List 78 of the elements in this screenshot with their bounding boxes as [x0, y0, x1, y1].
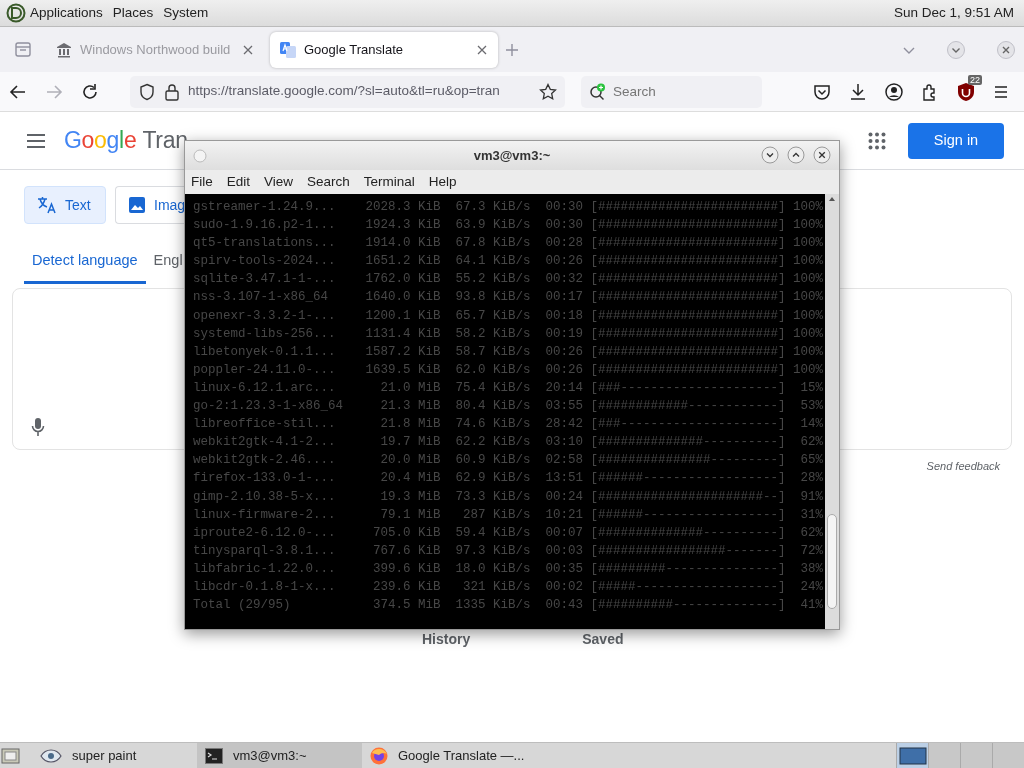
panel-menu[interactable]: Applications — [30, 2, 103, 24]
terminal-line: go-2:1.23.3-1-x86_64 21.3 MiB 80.4 KiB/s 03:55 [############------------] 53% — [193, 398, 825, 416]
terminal-line: qt5-translations... 1914.0 KiB 67.8 KiB/s 00:28 [########################] 100% — [193, 235, 825, 253]
close-icon[interactable] — [242, 43, 254, 56]
eye-icon — [40, 748, 62, 763]
terminal-line: libcdr-0.1.8-1-x... 239.6 KiB 321 KiB/s 00:02 [#####-------------------] 24% — [193, 578, 825, 596]
scrollbar-thumb[interactable] — [827, 514, 837, 609]
terminal-line: spirv-tools-2024... 1651.2 KiB 64.1 KiB/s 00:26 [########################] 100% — [193, 253, 825, 271]
star-icon[interactable] — [539, 82, 557, 101]
show-desktop-icon[interactable] — [0, 745, 22, 766]
menu-item[interactable]: Help — [428, 171, 457, 193]
account-icon[interactable] — [884, 81, 904, 102]
shield-extension-icon[interactable] — [956, 81, 976, 102]
terminal-line: firefox-133.0-1-... 20.4 MiB 62.9 KiB/s 13:51 [######------------------] 28% — [193, 470, 825, 488]
terminal-line: tinysparql-3.8.1... 767.6 KiB 97.3 KiB/s 00:03 [#################-------] 72% — [193, 542, 825, 560]
count-badge: 22 — [968, 74, 982, 85]
panel-menu[interactable]: System — [163, 2, 209, 24]
language-tab[interactable]: Engl — [145, 240, 184, 284]
terminal-line: linux-firmware-2... 79.1 MiB 287 KiB/s 10:21 [######------------------] 31% — [193, 506, 825, 524]
lock-icon — [164, 82, 180, 101]
maximize-icon[interactable] — [787, 146, 805, 164]
terminal-line: nss-3.107-1-x86_64 1640.0 KiB 93.8 KiB/s 00:17 [########################] 100% — [193, 289, 825, 307]
reload-icon[interactable] — [80, 81, 100, 102]
download-icon[interactable] — [848, 81, 868, 102]
image-icon — [128, 196, 146, 214]
close-icon[interactable] — [996, 39, 1016, 60]
building-icon — [56, 41, 72, 58]
menu-item[interactable]: Terminal — [363, 171, 415, 193]
menu-item[interactable]: File — [191, 171, 213, 193]
search-field[interactable]: Search — [581, 75, 762, 108]
close-icon[interactable] — [813, 146, 831, 164]
search-icon — [589, 82, 607, 101]
browser-logo-icon — [370, 746, 388, 765]
terminal-line: poppler-24.11.0-... 1639.5 KiB 62.0 KiB/s 00:26 [########################] 100% — [193, 361, 825, 379]
translate-icon — [37, 196, 57, 214]
terminal-icon — [205, 747, 223, 764]
mode-button[interactable]: Imag — [115, 186, 185, 224]
taskbar-item[interactable]: Google Translate —... — [362, 743, 562, 768]
feedback-link[interactable]: Send feedback — [926, 458, 1000, 475]
minimize-icon[interactable] — [761, 146, 779, 164]
terminal-line: libreoffice-stil... 21.8 MiB 74.6 KiB/s 28:42 [###---------------------] 14% — [193, 416, 825, 434]
terminal-line: sqlite-3.47.1-1-... 1762.0 KiB 55.2 KiB/s 00:32 [########################] 100% — [193, 271, 825, 289]
terminal-line: gstreamer-1.24.9... 2028.3 KiB 67.3 KiB/s 00:30 [########################] 100% — [193, 199, 825, 216]
scrollbar[interactable] — [825, 194, 839, 629]
logo-icon — [6, 3, 26, 23]
menu-item[interactable]: Edit — [226, 171, 251, 193]
terminal-line: systemd-libs-256... 1131.4 KiB 58.2 KiB/s 00:19 [########################] 100% — [193, 325, 825, 343]
taskbar-item[interactable]: super paint — [32, 743, 197, 768]
workspace-button[interactable] — [896, 743, 928, 768]
terminal-line: iproute2-6.12.0-... 705.0 KiB 59.4 KiB/s 00:07 [##############----------] 62% — [193, 524, 825, 542]
language-tab[interactable]: Detect language — [24, 240, 146, 284]
terminal-line: Total (29/95) 374.5 MiB 1335 KiB/s 00:43 [##########--------------] 41% — [193, 597, 825, 615]
terminal-line: webkit2gtk-4.1-2... 19.7 MiB 62.2 KiB/s 03:10 [##############----------] 62% — [193, 434, 825, 452]
microphone-icon[interactable] — [31, 417, 45, 437]
mode-button[interactable]: Text — [24, 186, 106, 224]
terminal-line: linux-6.12.1.arc... 21.0 MiB 75.4 KiB/s 20:14 [###---------------------] 15% — [193, 379, 825, 397]
close-icon[interactable] — [476, 43, 488, 56]
nav-link[interactable]: Saved — [582, 628, 624, 650]
terminal-line: openexr-3.3.2-1-... 1200.1 KiB 65.7 KiB/s 00:18 [########################] 100% — [193, 307, 825, 325]
apps-grid-icon[interactable] — [868, 131, 886, 150]
browser-tab[interactable]: Google Translate — [270, 31, 498, 68]
terminal-line: sudo-1.9.16.p2-1... 1924.3 KiB 63.9 KiB/s 00:30 [########################] 100% — [193, 217, 825, 235]
shield-icon — [138, 82, 156, 101]
terminal-line: libfabric-1.22.0... 399.6 KiB 18.0 KiB/s 00:35 [#########---------------] 38% — [193, 560, 825, 578]
logo-text: Google — [64, 126, 137, 156]
address-bar[interactable]: https://translate.google.com/?sl=auto&tl=ru&op=tran — [130, 75, 565, 108]
nav-link[interactable]: History — [422, 628, 471, 650]
menu-item[interactable]: View — [264, 171, 294, 193]
terminal-line: gimp-2.10.38-5-x... 19.3 MiB 73.3 KiB/s 00:24 [######################--] 91% — [193, 488, 825, 506]
terminal-line: webkit2gtk-2.46.... 20.0 MiB 60.9 KiB/s 02:58 [###############---------] 65% — [193, 452, 825, 470]
panel-menu[interactable]: Places — [112, 2, 154, 24]
menu-item[interactable]: Search — [307, 171, 350, 193]
window-title: vm3@vm3:~ — [473, 146, 551, 165]
translate-icon — [280, 41, 296, 58]
sign-in-button[interactable]: Sign in — [908, 122, 1004, 159]
taskbar-item[interactable]: vm3@vm3:~ — [197, 743, 362, 768]
clock: Sun Dec 1, 9:51 AM — [893, 3, 1014, 22]
terminal-line: libetonyek-0.1.1... 1587.2 KiB 58.7 KiB/s 00:26 [########################] 100% — [193, 343, 825, 361]
